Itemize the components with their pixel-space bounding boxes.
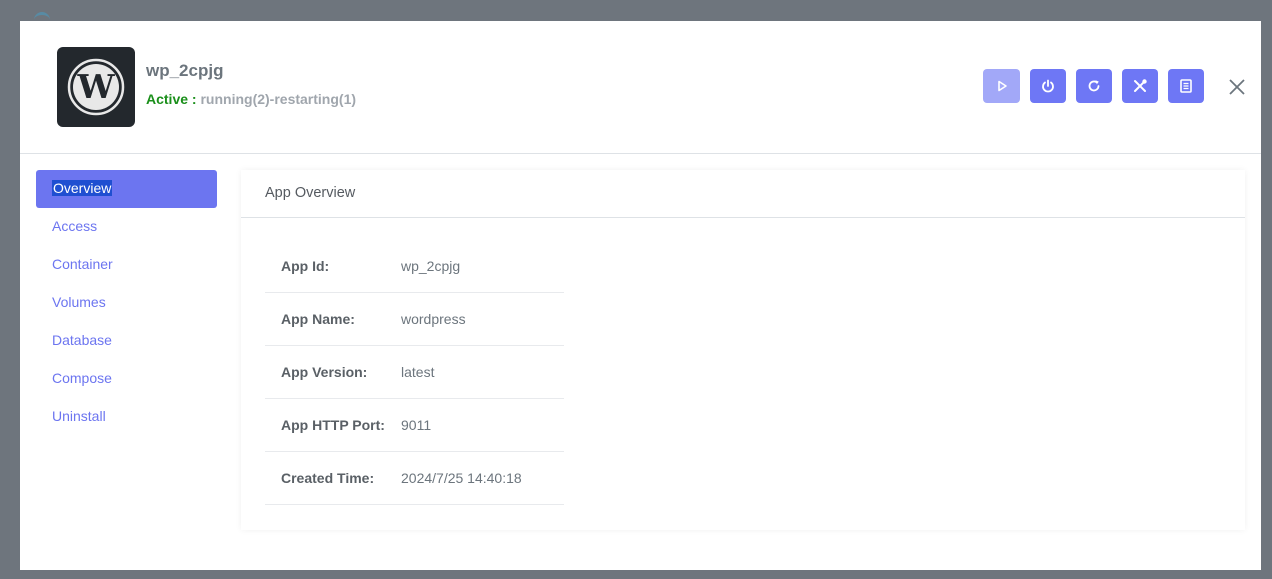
sidebar-item-overview[interactable]: Overview: [36, 170, 217, 208]
row-value: latest: [401, 364, 435, 380]
row-value: 9011: [401, 417, 432, 433]
sidebar-item-container[interactable]: Container: [36, 246, 217, 284]
app-status: Active : running(2)-restarting(1): [146, 91, 356, 107]
status-label: Active :: [146, 91, 197, 107]
wordpress-logo-icon: W: [57, 47, 135, 127]
row-key: App Id:: [281, 258, 330, 274]
rebuild-button[interactable]: [1122, 69, 1158, 103]
table-row: App HTTP Port: 9011: [265, 399, 564, 452]
start-button[interactable]: [983, 69, 1020, 103]
row-value: 2024/7/25 14:40:18: [401, 470, 522, 486]
sidebar-item-uninstall[interactable]: Uninstall: [36, 398, 217, 436]
card-title: App Overview: [241, 170, 1245, 218]
play-icon: [997, 80, 1007, 92]
table-row: App Name: wordpress: [265, 293, 564, 346]
overview-table: App Id: wp_2cpjg App Name: wordpress App…: [265, 240, 564, 505]
status-detail: running(2)-restarting(1): [200, 91, 357, 107]
overview-card: App Overview App Id: wp_2cpjg App Name: …: [241, 170, 1245, 530]
refresh-icon: [1088, 80, 1100, 92]
logs-button[interactable]: [1168, 69, 1204, 103]
row-key: Created Time:: [281, 470, 375, 486]
app-toolbar: [983, 69, 1204, 103]
tools-icon: [1134, 79, 1147, 92]
table-row: Created Time: 2024/7/25 14:40:18: [265, 452, 564, 505]
sidebar-item-access[interactable]: Access: [36, 208, 217, 246]
modal-header: W wp_2cpjg Active : running(2)-restartin…: [20, 21, 1261, 154]
svg-text:W: W: [76, 67, 115, 106]
sidebar-item-label: Overview: [52, 180, 113, 196]
sidebar-item-volumes[interactable]: Volumes: [36, 284, 217, 322]
row-value: wordpress: [401, 311, 466, 327]
document-icon: [1180, 79, 1192, 93]
row-value: wp_2cpjg: [401, 258, 461, 274]
table-row: App Id: wp_2cpjg: [265, 240, 564, 293]
row-key: App HTTP Port:: [281, 417, 385, 433]
app-detail-modal: W wp_2cpjg Active : running(2)-restartin…: [20, 21, 1261, 570]
table-row: App Version: latest: [265, 346, 564, 399]
restart-button[interactable]: [1076, 69, 1112, 103]
power-icon: [1042, 79, 1054, 93]
row-key: App Version:: [281, 364, 368, 380]
sidebar-item-compose[interactable]: Compose: [36, 360, 217, 398]
stop-button[interactable]: [1030, 69, 1066, 103]
sidebar-item-database[interactable]: Database: [36, 322, 217, 360]
detail-sidebar: Overview Access Container Volumes Databa…: [36, 170, 217, 436]
close-icon: [1229, 79, 1245, 95]
close-button[interactable]: [1227, 77, 1247, 97]
row-key: App Name:: [281, 311, 355, 327]
app-title: wp_2cpjg: [146, 61, 224, 80]
